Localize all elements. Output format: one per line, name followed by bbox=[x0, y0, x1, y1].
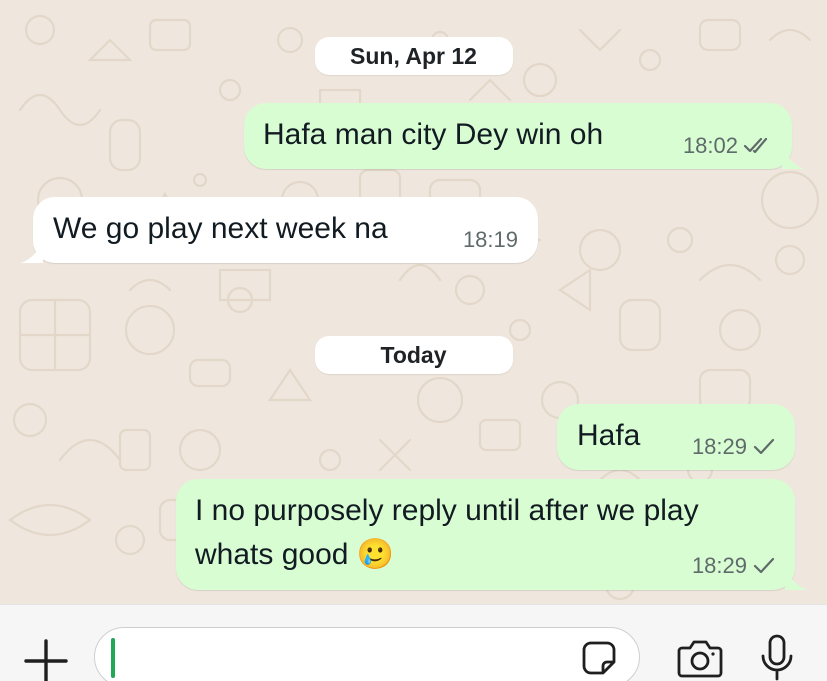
microphone-icon[interactable] bbox=[758, 633, 796, 681]
date-pill: Sun, Apr 12 bbox=[314, 37, 513, 75]
bubble-tail bbox=[21, 239, 43, 263]
message-meta: 18:29 bbox=[692, 434, 775, 460]
message-meta: 18:19 bbox=[463, 227, 518, 253]
sticker-icon[interactable] bbox=[581, 640, 617, 676]
outgoing-message[interactable]: Hafa 18:29 bbox=[557, 404, 795, 470]
message-meta: 18:02 bbox=[683, 133, 772, 159]
message-time: 18:19 bbox=[462, 227, 518, 252]
check-icon bbox=[753, 438, 775, 455]
chat-area[interactable]: Sun, Apr 12 Hafa man city Dey win oh 18:… bbox=[0, 0, 827, 604]
composer-bar bbox=[0, 604, 827, 681]
message-text: Hafa bbox=[577, 419, 641, 452]
text-caret bbox=[111, 638, 115, 678]
message-time: 18:29 bbox=[691, 553, 747, 578]
camera-icon[interactable] bbox=[676, 639, 724, 679]
message-text: whats good bbox=[195, 538, 349, 571]
incoming-message[interactable]: We go play next week na 18:19 bbox=[21, 197, 538, 263]
outgoing-message[interactable]: I no purposely reply until after we play… bbox=[176, 479, 807, 590]
message-time: 18:29 bbox=[691, 434, 747, 459]
bubble-tail bbox=[782, 145, 804, 169]
message-text-line: whats good 🥲 bbox=[195, 534, 394, 576]
message-text-line: I no purposely reply until after we play bbox=[195, 494, 699, 527]
date-pill: Today bbox=[314, 336, 513, 374]
emoji: 🥲 bbox=[356, 538, 395, 571]
bubble-tail bbox=[785, 566, 807, 590]
plus-icon[interactable] bbox=[24, 639, 68, 681]
message-text: We go play next week na bbox=[53, 212, 388, 245]
check-icon bbox=[753, 557, 775, 574]
double-check-icon bbox=[744, 137, 768, 154]
message-meta: 18:29 bbox=[692, 553, 775, 579]
message-time: 18:02 bbox=[682, 133, 738, 158]
message-text: Hafa man city Dey win oh bbox=[263, 118, 604, 151]
message-input[interactable] bbox=[94, 627, 640, 681]
outgoing-message[interactable]: Hafa man city Dey win oh 18:02 bbox=[244, 103, 804, 169]
